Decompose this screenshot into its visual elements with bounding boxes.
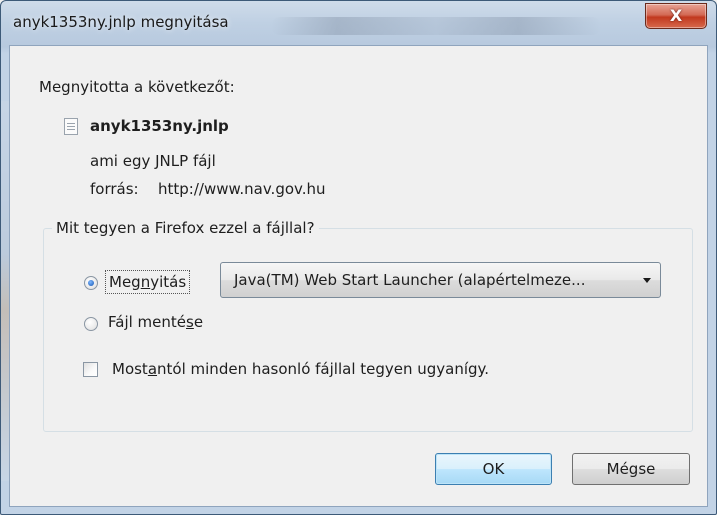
chevron-down-icon [643,278,651,283]
open-with-selected-value: Java(TM) Web Start Launcher (alapértelme… [234,271,586,289]
action-group-legend: Mit tegyen a Firefox ezzel a fájllal? [52,219,319,237]
close-icon: X [669,6,683,25]
remember-label-mnemonic: a [147,360,158,378]
document-icon [64,118,78,135]
open-label-part1: Meg [109,273,141,291]
remember-checkbox-label[interactable]: Mostantól minden hasonló fájllal tegyen … [112,360,489,378]
file-type: ami egy JNLP fájl [90,152,216,170]
remember-label-part1: Most [112,360,148,378]
ok-button[interactable]: OK [435,453,552,485]
open-label-part2: yitás [150,273,187,291]
cancel-button[interactable]: Mégse [572,453,690,485]
intro-text: Megnyitotta a következőt: [39,78,235,96]
title-bar-blur [271,17,601,35]
open-with-dropdown[interactable]: Java(TM) Web Start Launcher (alapértelme… [220,262,661,298]
file-name: anyk1353ny.jnlp [90,117,229,135]
open-radio[interactable] [84,276,98,290]
remember-label-part2: ntól minden hasonló fájllal tegyen ugyan… [157,360,490,378]
open-label-mnemonic: n [140,273,151,291]
open-radio-label[interactable]: Megnyitás [105,270,191,294]
remember-checkbox[interactable] [83,362,98,377]
window-title: anyk1353ny.jnlp megnyitása [13,13,229,31]
save-label-part1: Fájl menté [108,313,187,331]
source-label: forrás: [90,180,139,198]
save-label-mnemonic: s [186,313,194,331]
save-radio-label[interactable]: Fájl mentése [108,313,203,331]
title-bar[interactable]: anyk1353ny.jnlp megnyitása X [1,1,716,45]
save-radio[interactable] [84,317,98,331]
save-label-part2: e [193,313,204,331]
close-button[interactable]: X [645,3,707,29]
background-window-edge [1,101,9,481]
source-url: http://www.nav.gov.hu [158,180,326,198]
